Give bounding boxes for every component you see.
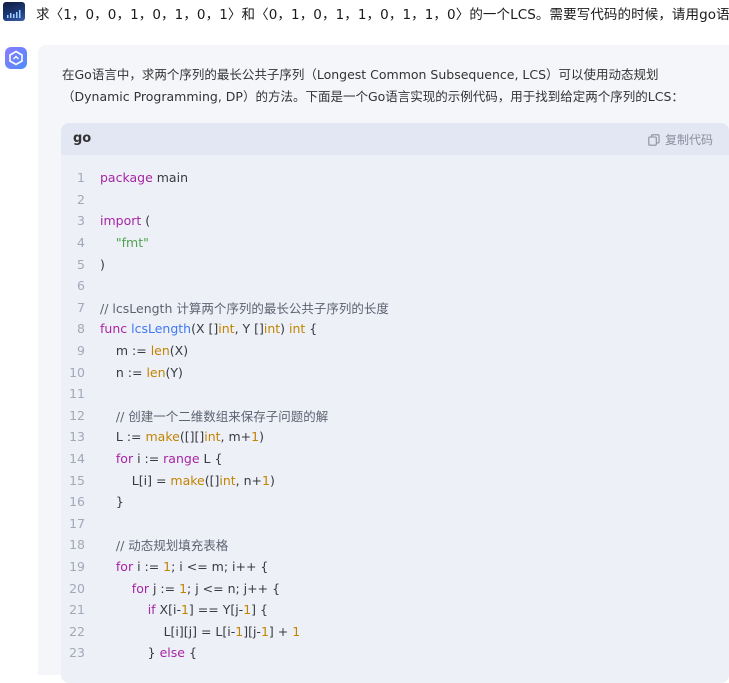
code-line: 20 for j := 1; j <= n; j++ { xyxy=(61,577,729,599)
line-number: 7 xyxy=(77,299,85,315)
user-message-row: 求〈1，0，0，1，0，1，0，1〉和〈0，1，0，1，1，0，1，1，0〉的一… xyxy=(0,0,729,36)
code-block: go 复制代码 1 package main 2 3 import (4 "fmt" 5)… xyxy=(61,123,729,683)
code-line: 9 m := len(X) xyxy=(61,340,729,362)
line-number: 16 xyxy=(69,494,85,510)
code-text: L := make([][]int, m+1) xyxy=(100,429,264,445)
intro-line-2: （Dynamic Programming, DP）的方法。下面是一个Go语言实现… xyxy=(62,89,684,104)
line-number: 2 xyxy=(77,191,85,207)
code-text: func lcsLength(X []int, Y []int) int { xyxy=(100,321,318,337)
code-line: 13 L := make([][]int, m+1) xyxy=(61,426,729,448)
code-line: 14 for i := range L { xyxy=(61,448,729,470)
code-line: 18 // 动态规划填充表格 xyxy=(61,534,729,556)
line-number: 20 xyxy=(69,580,85,596)
code-text: // 动态规划填充表格 xyxy=(115,538,229,554)
code-text: } else { xyxy=(100,645,197,661)
code-text: "fmt" xyxy=(115,235,149,251)
line-number: 13 xyxy=(69,429,85,445)
line-number: 15 xyxy=(69,472,85,488)
code-line: 8 func lcsLength(X []int, Y []int) int { xyxy=(61,318,729,340)
intro-line-1: 在Go语言中，求两个序列的最长公共子序列（Longest Common Subs… xyxy=(62,67,659,82)
code-line: 16 } xyxy=(61,491,729,513)
code-text: for j := 1; j <= n; j++ { xyxy=(131,580,281,596)
copy-icon xyxy=(648,133,660,146)
code-text: package main xyxy=(100,170,188,186)
code-line: 11 xyxy=(61,383,729,405)
code-line: 6 xyxy=(61,275,729,297)
code-text: import ( xyxy=(100,213,151,229)
copy-code-button[interactable]: 复制代码 xyxy=(648,131,713,148)
user-message-text: 求〈1，0，0，1，0，1，0，1〉和〈0，1，0，1，1，0，1，1，0〉的一… xyxy=(36,7,729,23)
line-number: 12 xyxy=(69,407,85,423)
line-number: 14 xyxy=(69,451,85,467)
code-line: 17 xyxy=(61,513,729,535)
line-number: 17 xyxy=(69,515,85,531)
code-block-header: go 复制代码 xyxy=(61,123,729,155)
code-line: 21 if X[i-1] == Y[j-1] { xyxy=(61,599,729,621)
line-number: 5 xyxy=(77,256,85,272)
code-line: 7 // lcsLength 计算两个序列的最长公共子序列的长度 xyxy=(61,297,729,319)
code-line: 15 L[i] = make([]int, n+1) xyxy=(61,469,729,491)
code-line: 4 "fmt" xyxy=(61,232,729,254)
code-line: 23 } else { xyxy=(61,642,729,664)
copy-code-label: 复制代码 xyxy=(664,133,713,147)
assistant-logo-icon xyxy=(9,50,23,66)
code-text: n := len(Y) xyxy=(100,364,183,380)
line-number: 9 xyxy=(77,343,85,359)
code-line: 12 // 创建一个二维数组来保存子问题的解 xyxy=(61,405,729,427)
code-line: 19 for i := 1; i <= m; i++ { xyxy=(61,556,729,578)
assistant-avatar xyxy=(5,47,27,69)
line-number: 22 xyxy=(69,623,85,639)
user-avatar xyxy=(3,2,25,21)
line-number: 23 xyxy=(69,645,85,661)
line-number: 21 xyxy=(69,602,85,618)
code-text: // 创建一个二维数组来保存子问题的解 xyxy=(115,408,329,424)
code-text: for i := range L { xyxy=(115,451,223,467)
code-line: 22 L[i][j] = L[i-1][j-1] + 1 xyxy=(61,620,729,642)
avatar-pattern-icon xyxy=(7,10,21,18)
code-text: if X[i-1] == Y[j-1] { xyxy=(147,602,268,618)
line-number: 19 xyxy=(69,558,85,574)
assistant-intro: 在Go语言中，求两个序列的最长公共子序列（Longest Common Subs… xyxy=(62,64,722,108)
line-number: 8 xyxy=(77,321,85,337)
code-text: } xyxy=(100,494,124,510)
line-number: 10 xyxy=(69,364,85,380)
code-line: 1 package main xyxy=(61,167,729,189)
line-number: 6 xyxy=(77,278,85,294)
code-text: L[i][j] = L[i-1][j-1] + 1 xyxy=(100,623,301,639)
code-line: 3 import ( xyxy=(61,210,729,232)
code-language-label: go xyxy=(73,131,92,146)
line-number: 18 xyxy=(69,537,85,553)
line-number: 3 xyxy=(77,213,85,229)
code-line: 10 n := len(Y) xyxy=(61,361,729,383)
code-body: 1 package main 2 3 import (4 "fmt" 5) 6 7// lcs… xyxy=(61,155,729,664)
code-line: 5) xyxy=(61,253,729,275)
code-text: m := len(X) xyxy=(100,343,189,359)
code-text: ) xyxy=(100,256,105,272)
code-text: for i := 1; i <= m; i++ { xyxy=(115,558,269,574)
line-number: 11 xyxy=(69,386,85,402)
line-number: 4 xyxy=(77,235,85,251)
code-text: // lcsLength 计算两个序列的最长公共子序列的长度 xyxy=(100,300,389,316)
code-text: L[i] = make([]int, n+1) xyxy=(100,472,275,488)
line-number: 1 xyxy=(77,170,85,186)
code-line: 2 xyxy=(61,189,729,211)
